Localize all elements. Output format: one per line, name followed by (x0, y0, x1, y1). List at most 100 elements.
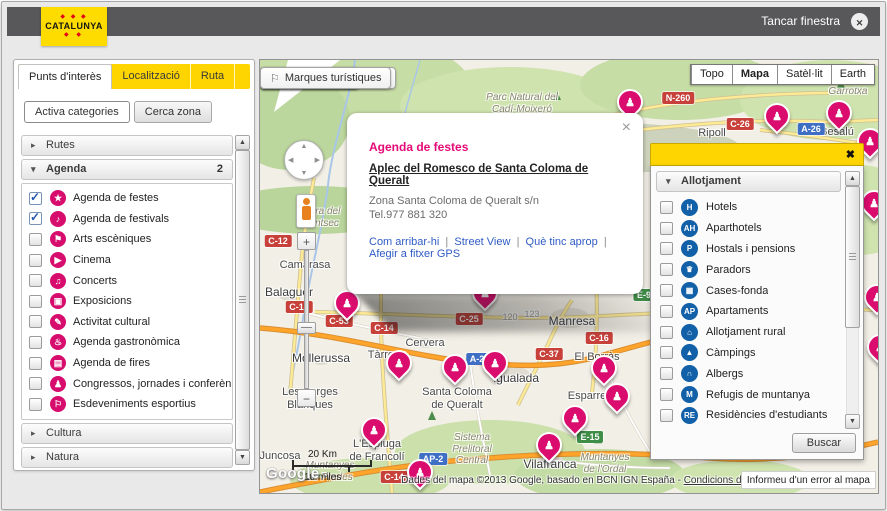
tool-icon: ⚐ (270, 72, 280, 85)
category-row: ♟ Congressos, jornades i conferèn... (22, 373, 232, 394)
lodging-icon: RE (681, 407, 698, 424)
lodging-checkbox[interactable] (660, 305, 673, 318)
lodging-checkbox[interactable] (660, 409, 673, 422)
scroll-down-icon[interactable] (845, 414, 860, 429)
lodging-checkbox[interactable] (660, 326, 673, 339)
lodging-checkbox[interactable] (660, 367, 673, 380)
map-tool-button[interactable]: ⚐ Marques turístiques (260, 67, 391, 89)
lodging-checkbox[interactable] (660, 263, 673, 276)
scroll-up-icon[interactable] (235, 135, 250, 150)
accordion-natura[interactable]: Natura (21, 447, 233, 468)
category-checkbox[interactable] (29, 295, 42, 308)
lodging-row: ♛ Paradors (656, 259, 841, 280)
category-checkbox[interactable] (29, 212, 42, 225)
category-checkbox[interactable] (29, 357, 42, 370)
map-marker[interactable] (536, 432, 562, 458)
pegman-button[interactable] (296, 194, 316, 228)
festa-pin-icon (821, 95, 858, 132)
category-icon: ▣ (50, 293, 66, 309)
map-marker[interactable] (864, 284, 879, 310)
pan-control[interactable] (284, 140, 324, 180)
map-type-button[interactable]: Mapa (732, 65, 777, 84)
app-window: Tancar finestra CATALUNYA Punts d'interè… (1, 1, 886, 510)
lodging-checkbox[interactable] (660, 201, 673, 214)
map-type-button[interactable]: Earth (831, 65, 874, 84)
zoom-out-button[interactable] (297, 389, 316, 407)
accordion-agenda[interactable]: Agenda 2 (21, 159, 233, 180)
lodging-panel-header[interactable] (650, 143, 864, 166)
sidebar-tab[interactable]: Ruta (191, 64, 235, 89)
festa-pin-icon (557, 400, 594, 437)
lodging-label: Residències d'estudiants (706, 409, 827, 421)
category-checkbox[interactable] (29, 274, 42, 287)
lodging-label: Apartaments (706, 305, 768, 317)
category-checkbox[interactable] (29, 377, 42, 390)
road-badge: N-260 (662, 92, 694, 104)
map-type-button[interactable]: Satèl·lit (777, 65, 831, 84)
popup-close-icon[interactable] (622, 119, 631, 137)
category-icon: ★ (50, 190, 66, 206)
map-marker[interactable] (591, 355, 617, 381)
pan-right-icon[interactable] (315, 156, 320, 164)
road-badge: C-14 (371, 322, 398, 334)
category-checkbox[interactable] (29, 254, 42, 267)
category-label: Agenda de festes (73, 192, 159, 204)
map-marker[interactable] (361, 417, 387, 443)
festa-pin-icon (437, 349, 474, 386)
map-type-button[interactable]: Topo (691, 65, 732, 84)
category-checkbox[interactable] (29, 315, 42, 328)
lodging-checkbox[interactable] (660, 222, 673, 235)
lodging-row: ⌂ Allotjament rural (656, 322, 841, 343)
map-marker[interactable] (562, 405, 588, 431)
sidebar-tab[interactable]: Punts d'interès (18, 64, 112, 89)
close-window-link[interactable]: Tancar finestra (761, 7, 840, 36)
accordion-cultura[interactable]: Cultura (21, 423, 233, 444)
lodging-checkbox[interactable] (660, 284, 673, 297)
scroll-thumb[interactable] (845, 186, 860, 328)
popup-action-link[interactable]: Street View (454, 236, 525, 248)
report-error-link[interactable]: Informeu d'un error al mapa (741, 471, 876, 489)
lodging-checkbox[interactable] (660, 346, 673, 359)
map-marker[interactable] (386, 350, 412, 376)
lodging-checkbox[interactable] (660, 388, 673, 401)
map-marker[interactable] (764, 103, 790, 129)
pan-down-icon[interactable] (301, 170, 308, 177)
left-panel: Punts d'interès Localització Ruta Activa c… (13, 59, 255, 471)
popup-title-link[interactable]: Aplec del Romesco de Santa Coloma de Que… (369, 163, 623, 187)
category-checkbox[interactable] (29, 398, 42, 411)
category-row: ★ Agenda de festes (22, 188, 232, 209)
popup-action-link[interactable]: Què tinc aprop (526, 236, 613, 248)
pan-up-icon[interactable] (301, 143, 308, 150)
map-marker[interactable] (442, 354, 468, 380)
lodging-checkbox[interactable] (660, 242, 673, 255)
map-marker[interactable] (482, 350, 508, 376)
zoom-in-button[interactable] (297, 232, 316, 250)
map-label: Sistema Prelitoral Central (452, 432, 491, 467)
panel-close-icon[interactable] (846, 148, 855, 161)
close-window-icon[interactable] (851, 13, 868, 30)
map-marker[interactable] (617, 89, 643, 115)
scroll-thumb[interactable] (235, 150, 250, 450)
scroll-down-icon[interactable] (235, 450, 250, 465)
tab-label: Localització (122, 70, 179, 82)
accordion-rutes[interactable]: Rutes (21, 135, 233, 156)
popup-action-link[interactable]: Com arribar-hi (369, 236, 454, 248)
map-marker[interactable] (826, 100, 852, 126)
sidebar-action-button[interactable]: Activa categories (24, 101, 130, 123)
tab-label: Ruta (201, 70, 224, 82)
category-checkbox[interactable] (29, 336, 42, 349)
popup-action-link[interactable]: Afegir a fitxer GPS (369, 248, 460, 260)
map-marker[interactable] (867, 334, 879, 360)
category-checkbox[interactable] (29, 192, 42, 205)
accordion-allotjament[interactable]: Allotjament (656, 171, 841, 192)
sidebar-action-button[interactable]: Cerca zona (134, 101, 212, 123)
map-marker[interactable] (604, 383, 630, 409)
sidebar-tab[interactable]: Localització (112, 64, 190, 89)
pan-left-icon[interactable] (288, 156, 293, 164)
tree-icon (428, 411, 436, 420)
category-checkbox[interactable] (29, 233, 42, 246)
search-button[interactable]: Buscar (792, 433, 856, 453)
map-canvas[interactable]: Parc Natural del Cadí-MoixeróGarrotxaRip… (259, 59, 879, 494)
zoom-slider-thumb[interactable] (297, 322, 316, 334)
scroll-up-icon[interactable] (845, 171, 860, 186)
